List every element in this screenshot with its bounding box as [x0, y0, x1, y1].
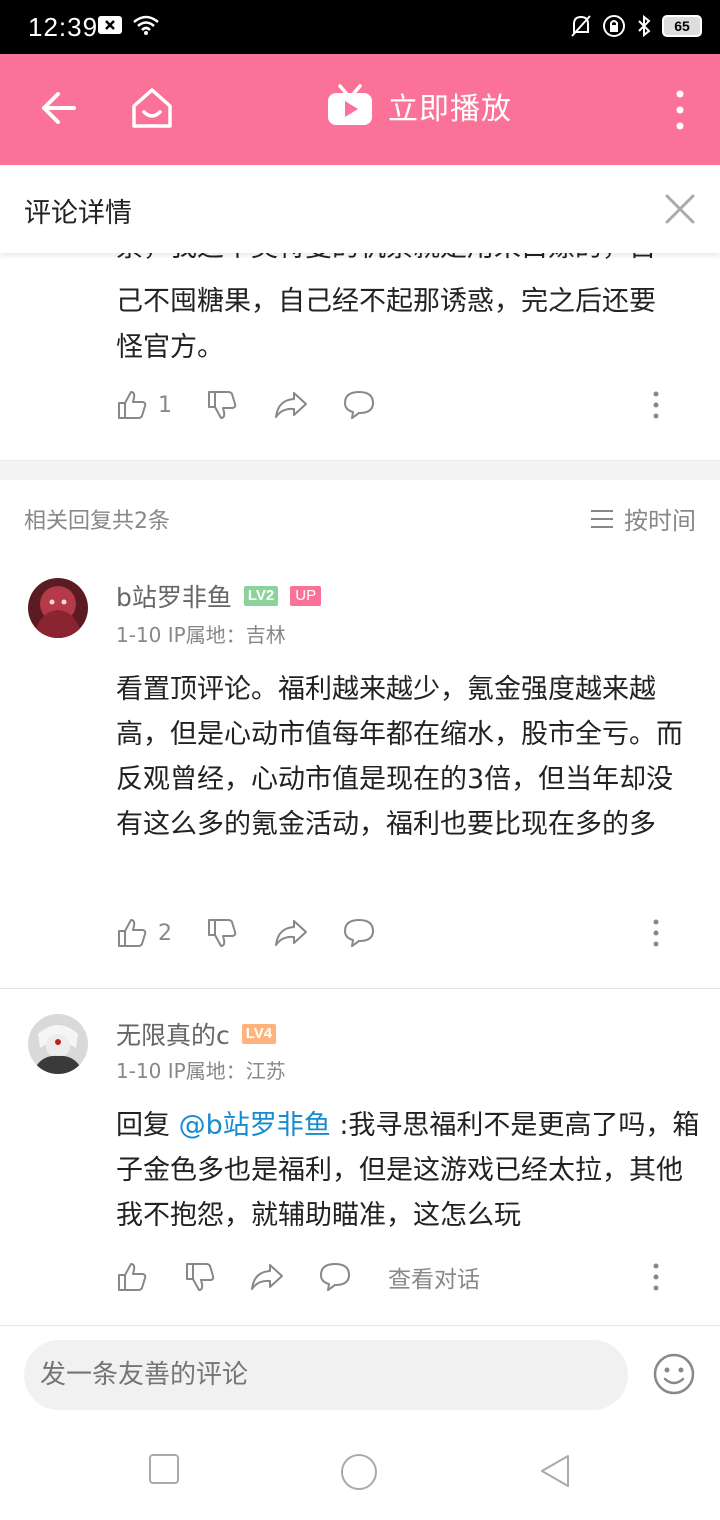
avatar[interactable] — [28, 1014, 88, 1074]
thumb-up-icon — [118, 391, 147, 419]
thumb-down-icon — [208, 391, 237, 419]
dislike-button[interactable] — [206, 913, 238, 953]
comment-more-button[interactable] — [646, 913, 666, 953]
reply-actions: 查看对话 — [116, 1257, 700, 1297]
back-arrow-icon[interactable] — [34, 86, 78, 130]
tv-play-icon — [328, 84, 372, 125]
reply-text: 回复 @b站罗非鱼 :我寻思福利不是更高了吗，箱子金色多也是福利，但是这游戏已经… — [116, 1103, 700, 1238]
share-button[interactable] — [274, 385, 308, 425]
mention-link[interactable]: @b站罗非鱼 — [179, 1110, 331, 1141]
more-vertical-icon — [653, 1263, 659, 1291]
sort-label: 按时间 — [624, 507, 696, 535]
reply-actions: 2 — [116, 913, 700, 953]
recent-apps-icon[interactable] — [148, 1453, 180, 1485]
reply-prefix: 回复 — [116, 1110, 179, 1141]
top-bar: 立即播放 — [0, 54, 720, 165]
reply-button[interactable] — [342, 913, 376, 953]
like-count: 2 — [158, 920, 172, 946]
reply-username-row: 无限真的c LV4 — [116, 1016, 277, 1052]
share-button[interactable] — [274, 913, 308, 953]
share-icon — [275, 920, 307, 946]
status-time: 12:39 — [28, 12, 99, 42]
reply-count-label: 相关回复共2条 — [24, 509, 170, 534]
home-circle-icon[interactable] — [340, 1453, 378, 1491]
level-badge: LV4 — [241, 1024, 277, 1044]
comment-more-button[interactable] — [646, 1257, 666, 1297]
comment-bubble-icon — [320, 1263, 350, 1291]
reply-button[interactable] — [342, 385, 376, 425]
status-bar: 12:39 65 — [0, 0, 720, 54]
like-button[interactable] — [116, 1257, 148, 1297]
up-badge: UP — [290, 586, 322, 606]
avatar[interactable] — [28, 578, 88, 638]
page-title: 评论详情 — [24, 198, 132, 229]
view-dialog-label: 查看对话 — [388, 1267, 480, 1293]
lock-rotation-icon — [603, 15, 625, 37]
root-comment-actions: 1 — [116, 385, 700, 425]
comment-content[interactable]: 票，我这个奥特曼的机票就是用来白嫖的，自 己不囤糖果，自己经不起那诱惑，完之后还… — [0, 253, 720, 1325]
thumb-up-icon — [118, 919, 147, 947]
comment-more-button[interactable] — [646, 385, 666, 425]
reply-button[interactable] — [318, 1257, 352, 1297]
reply-meta: 1-10 IP属地：吉林 — [116, 623, 286, 647]
wifi-icon — [133, 15, 159, 35]
root-comment-partial-line: 票，我这个奥特曼的机票就是用来白嫖的，自 — [116, 253, 700, 270]
view-dialog-button[interactable]: 查看对话 — [388, 1257, 480, 1297]
share-button[interactable] — [250, 1257, 284, 1297]
root-comment-text-line: 己不囤糖果，自己经不起那诱惑，完之后还要 — [116, 286, 656, 317]
reply-meta: 1-10 IP属地：江苏 — [116, 1059, 286, 1083]
reply-text: 看置顶评论。福利越来越少，氪金强度越来越高，但是心动市值每年都在缩水，股市全亏。… — [116, 674, 683, 840]
like-count: 1 — [158, 392, 172, 418]
section-divider — [0, 460, 720, 480]
root-comment-text-line: 怪官方。 — [116, 332, 224, 363]
comment-bubble-icon — [344, 391, 374, 419]
like-button[interactable]: 2 — [116, 913, 172, 953]
avatar-image — [28, 578, 88, 638]
replies-header: 相关回复共2条 按时间 — [0, 481, 720, 553]
thumb-up-icon — [118, 1263, 147, 1291]
more-vertical-icon — [653, 919, 659, 947]
back-triangle-icon[interactable] — [538, 1453, 572, 1489]
notification-x-icon — [98, 16, 122, 34]
home-icon[interactable] — [128, 84, 176, 132]
comment-input[interactable] — [24, 1340, 628, 1410]
avatar-image — [28, 1014, 88, 1074]
play-now-button[interactable]: 立即播放 — [326, 84, 512, 128]
emoji-icon[interactable] — [652, 1352, 696, 1396]
comment-bubble-icon — [344, 919, 374, 947]
more-vertical-icon[interactable] — [668, 88, 692, 132]
reply-username-row: b站罗非鱼 LV2 UP — [116, 578, 322, 614]
username[interactable]: b站罗非鱼 — [116, 578, 232, 614]
comment-input-bar — [0, 1325, 720, 1425]
play-now-label: 立即播放 — [388, 92, 512, 127]
like-button[interactable]: 1 — [116, 385, 172, 425]
comment-detail-header: 评论详情 — [0, 165, 720, 253]
thumb-down-icon — [208, 919, 237, 947]
more-vertical-icon — [653, 391, 659, 419]
reply-divider — [0, 988, 720, 989]
share-icon — [251, 1264, 283, 1290]
close-icon[interactable] — [664, 193, 696, 225]
battery-indicator: 65 — [662, 15, 702, 37]
mute-bell-icon — [571, 15, 591, 37]
bluetooth-icon — [638, 14, 651, 38]
username[interactable]: 无限真的c — [116, 1016, 230, 1052]
thumb-down-icon — [186, 1263, 215, 1291]
share-icon — [275, 392, 307, 418]
system-nav-bar — [0, 1425, 720, 1520]
dislike-button[interactable] — [206, 385, 238, 425]
sort-by-time-button[interactable]: 按时间 — [590, 501, 696, 536]
dislike-button[interactable] — [184, 1257, 216, 1297]
level-badge: LV2 — [243, 586, 279, 606]
sort-lines-icon — [591, 509, 613, 528]
